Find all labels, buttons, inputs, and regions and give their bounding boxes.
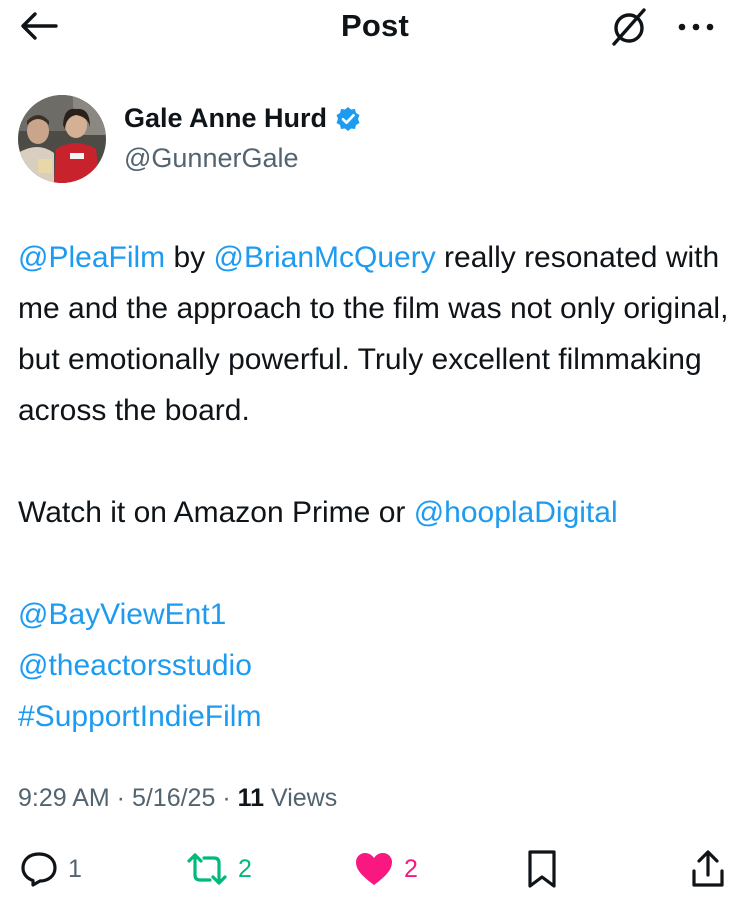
verified-badge-icon [336, 106, 360, 131]
top-bar: Post [0, 0, 750, 56]
mention-link[interactable]: @hooplaDigital [414, 496, 618, 529]
author-handle[interactable]: @GunnerGale [124, 143, 299, 174]
share-icon [692, 850, 724, 887]
tweet-line: @theactorsstudio [18, 640, 738, 691]
repost-button[interactable]: 2 [186, 846, 252, 892]
reply-icon [21, 852, 57, 887]
more-button[interactable] [668, 4, 724, 50]
meta-separator: · [109, 784, 132, 812]
grok-icon [612, 8, 646, 46]
post-date[interactable]: 5/16/25 [132, 784, 215, 812]
action-bar: 1 2 2 [0, 846, 750, 892]
avatar[interactable] [18, 95, 106, 183]
tweet-meta: 9:29 AM · 5/16/25 · 11 Views [18, 784, 337, 813]
mention-link[interactable]: @BayViewEnt1 [18, 598, 226, 631]
like-button[interactable]: 2 [354, 846, 418, 892]
bookmark-button[interactable] [526, 846, 558, 892]
reply-count: 1 [68, 854, 82, 883]
more-horizontal-icon [678, 23, 714, 31]
tweet-paragraph-1: @PleaFilm by @BrianMcQuery really resona… [18, 232, 738, 436]
heart-filled-icon [356, 853, 392, 885]
post-time[interactable]: 9:29 AM [18, 784, 110, 812]
tweet-text-segment: Watch it on Amazon Prime or [18, 496, 414, 529]
tweet-text: @PleaFilm by @BrianMcQuery really resona… [18, 232, 738, 742]
repost-count: 2 [238, 854, 252, 883]
mention-link[interactable]: @BrianMcQuery [214, 241, 436, 274]
meta-separator: · [215, 784, 238, 812]
mention-link[interactable]: @PleaFilm [18, 241, 165, 274]
reply-button[interactable]: 1 [20, 846, 82, 892]
avatar-photo [18, 95, 106, 183]
tweet-paragraph-2: Watch it on Amazon Prime or @hooplaDigit… [18, 487, 738, 538]
views-label[interactable]: Views [264, 784, 337, 812]
share-button[interactable] [690, 846, 726, 892]
views-count[interactable]: 11 [238, 784, 264, 812]
tweet-text-segment: by [165, 241, 214, 274]
bookmark-icon [528, 850, 556, 888]
author-name-row: Gale Anne Hurd [124, 103, 361, 134]
repost-icon [187, 853, 227, 885]
grok-button[interactable] [604, 4, 654, 50]
hashtag-link[interactable]: #SupportIndieFilm [18, 700, 261, 733]
like-count: 2 [404, 854, 418, 883]
tweet-line: #SupportIndieFilm [18, 691, 738, 742]
tweet-line: @BayViewEnt1 [18, 589, 738, 640]
author-header: Gale Anne Hurd @GunnerGale [18, 95, 718, 185]
mention-link[interactable]: @theactorsstudio [18, 649, 252, 682]
author-display-name[interactable]: Gale Anne Hurd [124, 103, 327, 134]
